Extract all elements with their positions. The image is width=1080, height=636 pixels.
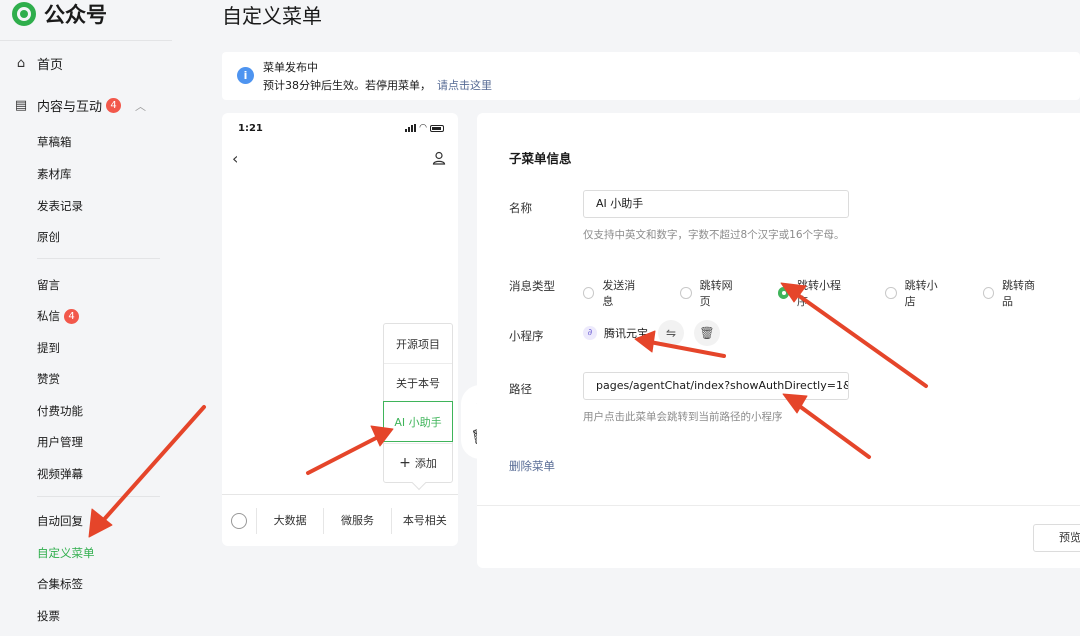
divider [477, 505, 1080, 506]
path-label: 路径 [509, 382, 532, 396]
brand-name: 公众号 [44, 3, 107, 27]
nav-content-label: 内容与互动 [37, 100, 103, 115]
nav-home[interactable]: ⌂ 首页 [14, 54, 63, 73]
disable-menu-link[interactable]: 请点击这里 [437, 79, 492, 92]
name-input[interactable]: AI 小助手 [583, 190, 849, 218]
keyboard-icon[interactable] [222, 512, 256, 529]
phone-preview: 1:21 ◠ ‹ 开源项目 关于本号 AI 小助手 + 添加 大数据 微服务 本… [222, 113, 458, 546]
sidebar-item-publish-records[interactable]: 发表记录 [37, 198, 83, 214]
message-type-group: 发送消息 跳转网页 跳转小程序 跳转小店 跳转商品 [583, 277, 1080, 309]
swap-icon[interactable]: ⇋ [658, 320, 684, 346]
nav-content-interaction[interactable]: ▤ 内容与互动 4 ︿ [14, 96, 146, 115]
status-icons: ◠ [405, 123, 444, 133]
sidebar-item-comments[interactable]: 留言 [37, 277, 60, 293]
delete-menu-link[interactable]: 删除菜单 [509, 458, 555, 474]
menu-item-microservices[interactable]: 微服务 [323, 507, 390, 534]
messages-badge: 4 [64, 308, 79, 324]
radio-dot [583, 287, 595, 299]
sidebar-item-paid-features[interactable]: 付费功能 [37, 403, 83, 419]
sidebar-item-original[interactable]: 原创 [37, 229, 60, 245]
divider [37, 258, 160, 259]
submenu-item-about[interactable]: 关于本号 [384, 363, 452, 402]
sidebar-item-video-danmaku[interactable]: 视频弹幕 [37, 466, 83, 482]
menu-item-about-account[interactable]: 本号相关 [390, 507, 458, 534]
menu-bar: 大数据 微服务 本号相关 [222, 494, 458, 546]
sidebar-item-collection-tags[interactable]: 合集标签 [37, 576, 83, 592]
sidebar-item-mentions[interactable]: 提到 [37, 340, 60, 356]
miniprogram-row: ∂ 腾讯元宝 ⇋ 🗑 [583, 320, 720, 346]
divider [37, 496, 160, 497]
preview-button[interactable]: 预览 [1033, 524, 1080, 552]
wechat-logo-icon [12, 2, 36, 26]
back-icon[interactable]: ‹ [232, 149, 238, 168]
radio-label: 跳转小店 [904, 279, 938, 308]
sidebar-item-drafts[interactable]: 草稿箱 [37, 134, 72, 150]
path-hint: 用户点击此菜单会跳转到当前路径的小程序 [583, 411, 783, 423]
sidebar-item-label: 私信 [37, 309, 60, 323]
notice-text: 预计38分钟后生效。若停用菜单， 请点击这里 [263, 77, 492, 93]
menu-item-big-data[interactable]: 大数据 [256, 507, 323, 534]
link-icon: ∂ [583, 326, 597, 340]
sidebar-item-auto-reply[interactable]: 自动回复 [37, 513, 83, 529]
sidebar-item-custom-menu[interactable]: 自定义菜单 [37, 545, 95, 561]
radio-label: 跳转商品 [1001, 279, 1035, 308]
radio-dot [680, 287, 692, 299]
publish-notice: i 菜单发布中 预计38分钟后生效。若停用菜单， 请点击这里 [222, 52, 1080, 100]
submenu-item-open-source[interactable]: 开源项目 [384, 324, 452, 363]
nav-home-label: 首页 [37, 58, 64, 73]
radio-label: 发送消息 [602, 279, 636, 308]
sidebar-item-materials[interactable]: 素材库 [37, 166, 72, 182]
page-title: 自定义菜单 [222, 4, 322, 28]
miniprogram-name: 腾讯元宝 [604, 327, 648, 340]
radio-jump-product[interactable]: 跳转商品 [982, 277, 1043, 309]
sidebar-item-messages[interactable]: 私信 4 [37, 308, 79, 324]
submenu-info-panel: 子菜单信息 名称 AI 小助手 仅支持中英文和数字，字数不超过8个汉字或16个字… [477, 113, 1080, 568]
sidebar-item-rewards[interactable]: 赞赏 [37, 371, 60, 387]
miniprogram-label: 小程序 [509, 329, 544, 343]
notice-title: 菜单发布中 [263, 61, 318, 74]
status-time: 1:21 [238, 123, 263, 134]
radio-label: 跳转网页 [699, 279, 733, 308]
radio-jump-store[interactable]: 跳转小店 [885, 277, 945, 309]
info-icon: i [237, 67, 254, 84]
name-label: 名称 [509, 201, 532, 215]
notice-body: 预计38分钟后生效。若停用菜单， [263, 79, 431, 92]
radio-dot-selected [777, 287, 789, 299]
plus-icon: + [399, 455, 411, 471]
radio-send-message[interactable]: 发送消息 [583, 277, 643, 309]
path-input[interactable]: pages/agentChat/index?showAuthDirectly=1… [583, 372, 849, 400]
signal-icon [405, 124, 417, 132]
battery-icon [430, 124, 444, 132]
add-label: 添加 [414, 457, 437, 470]
content-badge: 4 [106, 98, 122, 113]
document-icon: ▤ [14, 98, 28, 113]
wifi-icon: ◠ [419, 123, 427, 133]
brand-logo[interactable]: 公众号 [12, 0, 107, 28]
radio-label: 跳转小程序 [797, 279, 841, 308]
divider [0, 40, 172, 41]
radio-dot [982, 287, 994, 299]
trash-icon[interactable]: 🗑 [694, 320, 720, 346]
panel-title: 子菜单信息 [509, 151, 572, 166]
sidebar-item-votes[interactable]: 投票 [37, 608, 60, 624]
user-icon[interactable] [432, 151, 446, 165]
name-hint: 仅支持中英文和数字，字数不超过8个汉字或16个字母。 [583, 229, 845, 241]
submenu-item-ai-assistant[interactable]: AI 小助手 [383, 401, 453, 442]
sidebar-item-user-management[interactable]: 用户管理 [37, 434, 83, 450]
chevron-up-icon[interactable]: ︿ [135, 98, 146, 114]
message-type-label: 消息类型 [509, 279, 555, 293]
home-icon: ⌂ [16, 56, 26, 71]
sidebar: 公众号 ⌂ 首页 ▤ 内容与互动 4 ︿ 草稿箱 素材库 发表记录 原创 留言 … [0, 0, 172, 636]
radio-jump-webpage[interactable]: 跳转网页 [680, 277, 740, 309]
submenu-popup: 开源项目 关于本号 AI 小助手 + 添加 [383, 323, 453, 491]
radio-jump-miniprogram[interactable]: 跳转小程序 [777, 277, 849, 309]
radio-dot [885, 287, 897, 299]
